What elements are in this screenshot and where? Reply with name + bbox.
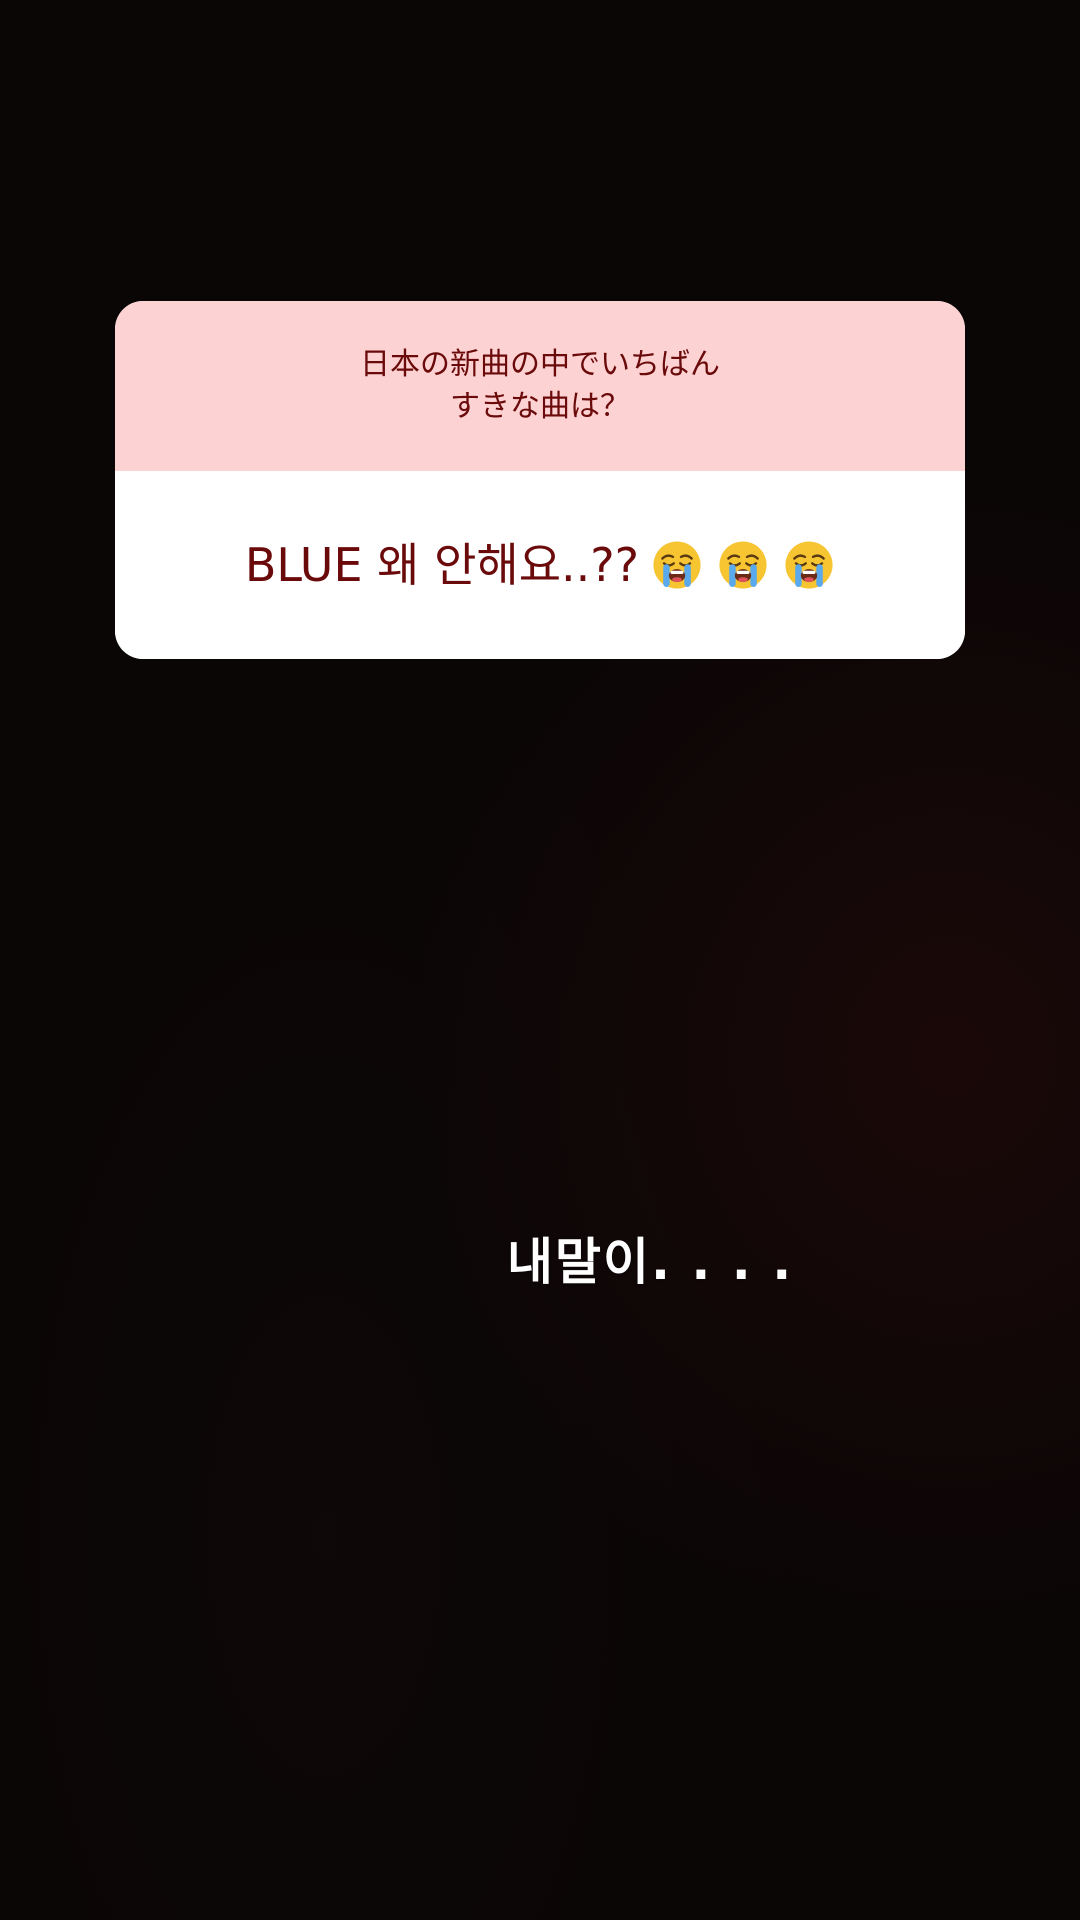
answer-text: BLUE 왜 안해요..?? xyxy=(244,538,640,592)
loudly-crying-face-icon xyxy=(653,541,701,589)
loudly-crying-face-icon xyxy=(785,541,833,589)
answer-emoji-group xyxy=(651,539,835,591)
answer-area: BLUE 왜 안해요..?? xyxy=(115,471,965,659)
question-sticker-card[interactable]: 日本の新曲の中でいちばん すきな曲は？ BLUE 왜 안해요..?? xyxy=(115,301,965,659)
answer-line: BLUE 왜 안해요..?? xyxy=(245,537,835,593)
story-canvas: 日本の新曲の中でいちばん すきな曲は？ BLUE 왜 안해요..?? 내말이. … xyxy=(0,0,1080,1920)
question-text: 日本の新曲の中でいちばん すきな曲は？ xyxy=(360,347,720,424)
loudly-crying-face-icon xyxy=(719,541,767,589)
question-header: 日本の新曲の中でいちばん すきな曲は？ xyxy=(115,301,965,471)
story-caption-text: 내말이. . . . xyxy=(507,1233,794,1291)
